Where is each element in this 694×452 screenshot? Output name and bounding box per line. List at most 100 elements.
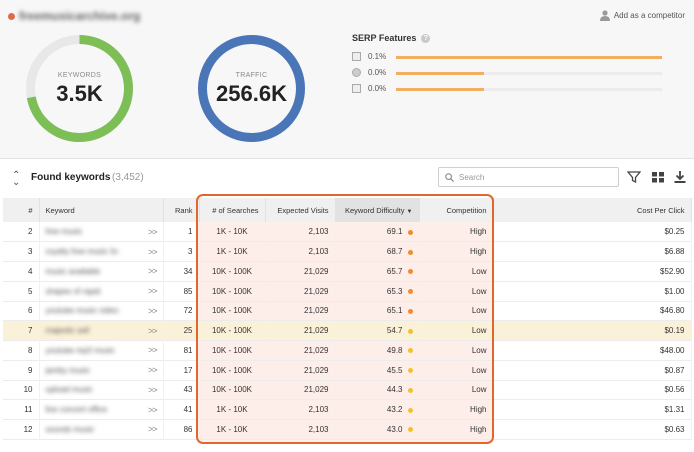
- col-searches[interactable]: # of Searches: [199, 198, 266, 222]
- table-row[interactable]: 6 youtube music videos >> 72 10K - 100K 21,02…: [3, 301, 692, 321]
- searches-cell: 10K - 100K: [199, 360, 266, 380]
- difficulty-value: 68.7: [386, 247, 403, 257]
- difficulty-value: 44.3: [386, 385, 403, 395]
- serp-pct: 0.0%: [368, 68, 387, 77]
- col-number[interactable]: #: [3, 198, 40, 222]
- keyword-text[interactable]: live concert office: [46, 405, 108, 414]
- table-row[interactable]: 2 free music >> 1 1K - 10K 2,103 69.1 High $0.25: [3, 222, 692, 242]
- table-row[interactable]: 10 upload music >> 43 10K - 100K 21,029 44.3 Lo…: [3, 380, 692, 400]
- keyword-cell: free music >>: [39, 222, 164, 242]
- serp-row: 0.0%: [352, 68, 672, 78]
- cpc-cell: $1.00: [493, 281, 692, 301]
- rank-cell: 1: [163, 222, 200, 242]
- expand-arrow-icon[interactable]: >>: [148, 424, 157, 434]
- table-row[interactable]: 7 majestic sell >> 25 10K - 100K 21,029 54.7 Lo…: [3, 320, 692, 341]
- col-competition[interactable]: Competition: [419, 198, 494, 222]
- table-row[interactable]: 9 jamby music >> 17 10K - 100K 21,029 45.5 Low $…: [3, 360, 692, 380]
- expand-arrow-icon[interactable]: >>: [148, 345, 157, 355]
- traffic-label: TRAFFIC: [235, 72, 268, 79]
- difficulty-cell: 65.3: [335, 281, 420, 301]
- cpc-cell: $48.00: [493, 340, 692, 361]
- table-row[interactable]: 4 music available >> 34 10K - 100K 21,029 65.7…: [3, 261, 692, 282]
- difficulty-value: 49.8: [386, 345, 403, 355]
- expand-arrow-icon[interactable]: >>: [148, 405, 157, 415]
- col-rank[interactable]: Rank: [163, 198, 200, 222]
- row-number: 7: [3, 320, 40, 341]
- col-keyword[interactable]: Keyword: [39, 198, 164, 222]
- cpc-cell: $6.88: [493, 241, 692, 262]
- expand-arrow-icon[interactable]: >>: [148, 227, 157, 237]
- keyword-text[interactable]: music available: [46, 267, 101, 276]
- table-row[interactable]: 5 shapes of rapid >> 85 10K - 100K 21,029 65.3…: [3, 281, 692, 301]
- table-row[interactable]: 12 sounds music >> 86 1K - 10K 2,103 43.0 High $…: [3, 419, 692, 440]
- expand-arrow-icon[interactable]: >>: [148, 266, 157, 276]
- visits-cell: 21,029: [265, 301, 336, 321]
- expand-arrow-icon[interactable]: >>: [148, 306, 157, 316]
- keyword-text[interactable]: royalty free music for: [46, 247, 118, 256]
- download-icon[interactable]: [673, 170, 687, 184]
- image-icon: [352, 52, 361, 61]
- keyword-text[interactable]: shapes of rapid: [46, 287, 101, 296]
- expand-arrow-icon[interactable]: >>: [148, 247, 157, 257]
- sort-desc-icon: ▼: [406, 208, 413, 215]
- add-competitor-button[interactable]: Add as a competitor: [599, 8, 685, 22]
- cpc-cell: $1.31: [493, 399, 692, 420]
- expand-arrow-icon[interactable]: >>: [148, 385, 157, 395]
- visits-cell: 21,029: [265, 380, 336, 400]
- visits-cell: 21,029: [265, 340, 336, 361]
- keyword-cell: upload music >>: [39, 380, 164, 400]
- keyword-text[interactable]: youtube mp3 music: [46, 346, 115, 355]
- table-row[interactable]: 8 youtube mp3 music >> 81 10K - 100K 21,029 49…: [3, 340, 692, 361]
- rank-cell: 43: [163, 380, 200, 400]
- competition-cell: High: [419, 419, 494, 440]
- cpc-cell: $0.87: [493, 360, 692, 380]
- expand-arrow-icon[interactable]: >>: [148, 365, 157, 375]
- searches-cell: 1K - 10K: [199, 222, 266, 242]
- cpc-cell: $46.80: [493, 301, 692, 321]
- keyword-cell: youtube mp3 music >>: [39, 340, 164, 361]
- row-number: 8: [3, 340, 40, 361]
- keyword-text[interactable]: youtube music videos: [46, 306, 118, 315]
- expand-arrow-icon[interactable]: >>: [148, 326, 157, 336]
- keyword-text[interactable]: majestic sell: [46, 326, 90, 335]
- rank-cell: 81: [163, 340, 200, 361]
- cpc-cell: $0.25: [493, 222, 692, 242]
- filter-icon[interactable]: [627, 170, 641, 184]
- circle-icon: [352, 68, 361, 77]
- competition-cell: High: [419, 241, 494, 262]
- table-row[interactable]: 11 live concert office >> 41 1K - 10K 2,103 43…: [3, 399, 692, 420]
- col-expected-visits[interactable]: Expected Visits: [265, 198, 336, 222]
- difficulty-cell: 44.3: [335, 380, 420, 400]
- searches-cell: 10K - 100K: [199, 301, 266, 321]
- table-row[interactable]: 3 royalty free music for >> 3 1K - 10K 2,103 6…: [3, 241, 692, 262]
- col-keyword-difficulty-label: Keyword Difficulty: [344, 205, 405, 215]
- serp-bar-fill: [396, 56, 662, 59]
- keyword-text[interactable]: jamby music: [46, 366, 90, 375]
- expand-arrow-icon[interactable]: >>: [148, 286, 157, 296]
- visits-cell: 2,103: [265, 222, 336, 242]
- keywords-donut: KEYWORDS 3.5K: [25, 34, 134, 143]
- keyword-text[interactable]: sounds music: [46, 425, 95, 434]
- keyword-text[interactable]: free music: [46, 227, 83, 236]
- serp-bar-track: [396, 72, 662, 75]
- competition-cell: Low: [419, 380, 494, 400]
- searches-cell: 10K - 100K: [199, 281, 266, 301]
- difficulty-value: 69.1: [386, 227, 403, 237]
- serp-bar-track: [396, 88, 662, 91]
- table-body: 2 free music >> 1 1K - 10K 2,103 69.1 High $0.25…: [3, 222, 692, 440]
- grid-icon[interactable]: [651, 170, 665, 184]
- col-keyword-difficulty[interactable]: Keyword Difficulty ▼: [335, 198, 420, 222]
- rank-cell: 3: [163, 241, 200, 262]
- rank-cell: 72: [163, 301, 200, 321]
- rank-cell: 86: [163, 419, 200, 440]
- keyword-text[interactable]: upload music: [46, 385, 93, 394]
- help-icon[interactable]: ?: [421, 33, 431, 43]
- difficulty-value: 43.2: [386, 405, 403, 415]
- search-input[interactable]: [459, 171, 614, 184]
- collapse-toggle-icon[interactable]: ⌃ ⌄: [12, 171, 20, 188]
- keyword-cell: live concert office >>: [39, 399, 164, 420]
- visits-cell: 21,029: [265, 320, 336, 341]
- col-cost-per-click[interactable]: Cost Per Click: [493, 198, 692, 222]
- difficulty-cell: 68.7: [335, 241, 420, 262]
- difficulty-dot-icon: [407, 368, 413, 374]
